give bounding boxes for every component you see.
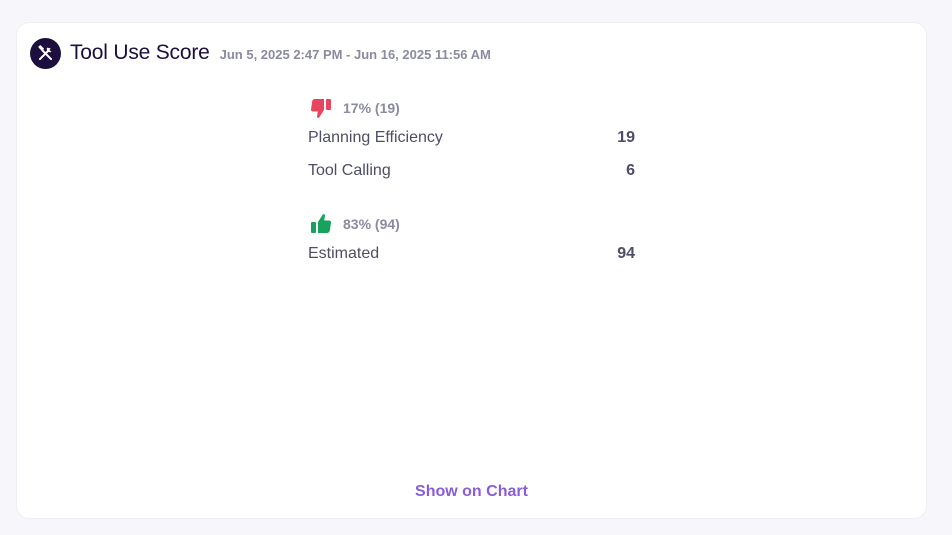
metric-label: Planning Efficiency: [308, 128, 443, 146]
metric-row: Estimated 94: [308, 237, 635, 270]
metric-value: 94: [617, 244, 635, 262]
negative-percentage: 17% (19): [343, 100, 400, 116]
thumbs-down-icon: [308, 95, 334, 121]
metric-label: Tool Calling: [308, 161, 391, 179]
negative-group: 17% (19) Planning Efficiency 19 Tool Cal…: [308, 95, 635, 187]
metric-label: Estimated: [308, 244, 380, 262]
tool-use-score-card: Tool Use Score Jun 5, 2025 2:47 PM - Jun…: [17, 23, 926, 518]
thumbs-up-icon: [308, 211, 334, 237]
score-summary: 17% (19) Planning Efficiency 19 Tool Cal…: [308, 95, 635, 270]
positive-summary: 83% (94): [308, 211, 635, 237]
positive-group: 83% (94) Estimated 94: [308, 211, 635, 270]
date-range: Jun 5, 2025 2:47 PM - Jun 16, 2025 11:56…: [219, 46, 491, 62]
metric-value: 19: [617, 128, 635, 146]
negative-summary: 17% (19): [308, 95, 635, 121]
positive-percentage: 83% (94): [343, 216, 400, 232]
tools-icon: [30, 37, 61, 69]
metric-value: 6: [626, 161, 635, 179]
card-header: Tool Use Score Jun 5, 2025 2:47 PM - Jun…: [30, 37, 491, 69]
show-on-chart-link[interactable]: Show on Chart: [17, 483, 926, 501]
metric-row: Tool Calling 6: [308, 154, 635, 187]
metric-row: Planning Efficiency 19: [308, 121, 635, 154]
card-title: Tool Use Score: [70, 41, 210, 64]
